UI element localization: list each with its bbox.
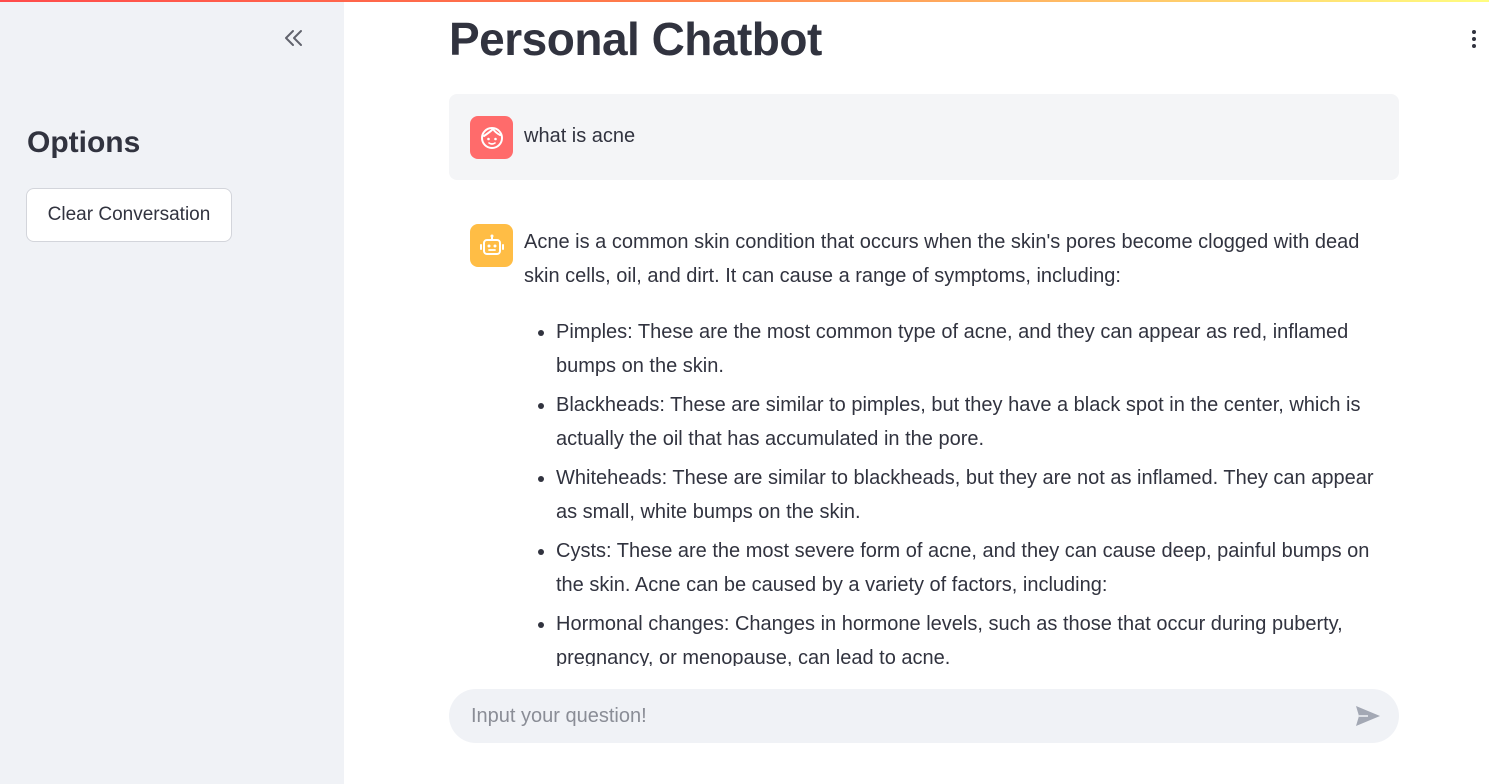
assistant-message-intro: Acne is a common skin condition that occ…	[524, 231, 1360, 287]
menu-dot	[1472, 37, 1476, 41]
page-title: Personal Chatbot	[449, 13, 822, 65]
send-button[interactable]	[1353, 702, 1383, 730]
double-chevron-left-icon	[285, 30, 302, 46]
chat-input-bar	[449, 689, 1399, 743]
list-item: Cysts: These are the most severe form of…	[556, 534, 1399, 602]
main-menu-button[interactable]	[1462, 24, 1486, 54]
top-decoration-bar	[0, 0, 1489, 2]
sidebar: Options Clear Conversation	[0, 0, 344, 784]
collapse-sidebar-button[interactable]	[276, 22, 310, 54]
assistant-message-list: Pimples: These are the most common type …	[524, 315, 1399, 666]
list-item: Pimples: These are the most common type …	[556, 315, 1399, 383]
assistant-message: Acne is a common skin condition that occ…	[524, 225, 1399, 666]
menu-dot	[1472, 30, 1476, 34]
chat-input[interactable]	[471, 689, 1331, 743]
user-message-text: what is acne	[524, 125, 636, 147]
user-face-icon	[480, 126, 503, 149]
user-message: what is acne	[449, 94, 1399, 180]
send-arrow-icon	[1356, 706, 1380, 726]
user-avatar	[470, 116, 513, 159]
list-item: Hormonal changes: Changes in hormone lev…	[556, 607, 1399, 666]
menu-dot	[1472, 44, 1476, 48]
clear-conversation-button[interactable]: Clear Conversation	[26, 188, 232, 242]
assistant-avatar	[470, 224, 513, 267]
sidebar-heading: Options	[27, 126, 141, 159]
list-item: Blackheads: These are similar to pimples…	[556, 388, 1399, 456]
robot-icon	[479, 234, 504, 255]
list-item: Whiteheads: These are similar to blackhe…	[556, 461, 1399, 529]
chat-history[interactable]: what is acne Acne is a common skin condi…	[449, 94, 1399, 666]
